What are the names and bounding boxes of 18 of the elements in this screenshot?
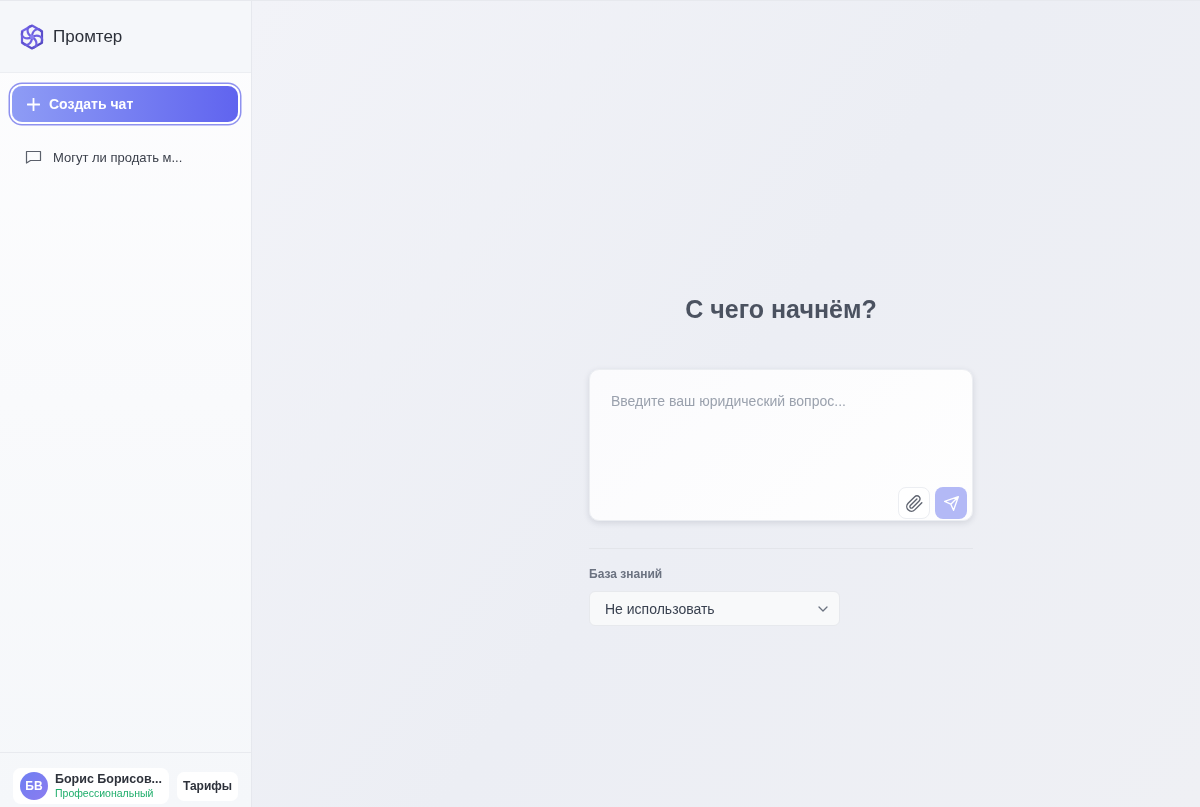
attach-button[interactable] [898, 487, 930, 519]
knowledge-base-label: База знаний [589, 567, 663, 581]
chat-bubble-icon [25, 150, 42, 164]
knowledge-base-select[interactable]: Не использовать [589, 591, 840, 626]
composer-field[interactable]: Введите ваш юридический вопрос... [589, 369, 973, 521]
page-heading: С чего начнём? [684, 294, 878, 325]
chevron-down-icon [818, 605, 828, 612]
user-name: Борис Борисов... [55, 772, 162, 786]
tariffs-button[interactable]: Тарифы [177, 771, 238, 801]
logo-icon [19, 23, 45, 50]
user-avatar: БВ [20, 772, 48, 800]
user-plan: Профессиональный [55, 786, 155, 800]
paperclip-icon [905, 494, 923, 512]
plus-icon [27, 97, 40, 111]
send-icon [943, 495, 959, 511]
app-title: Промтер [53, 26, 123, 47]
chat-list-item[interactable]: Могут ли продать м... [10, 143, 241, 171]
question-field[interactable]: Введите ваш юридический вопрос... [611, 391, 951, 487]
